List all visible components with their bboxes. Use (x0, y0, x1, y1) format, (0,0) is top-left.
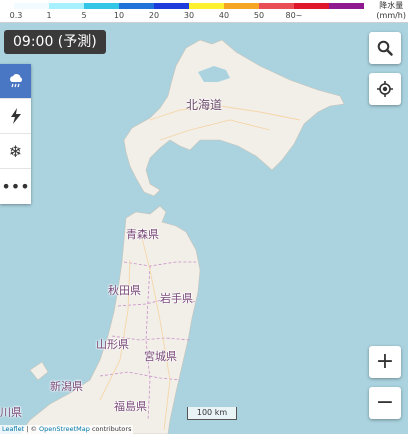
legend-tick-label: 40 (218, 11, 230, 20)
legend-tick-label: 30 (183, 11, 195, 20)
label-yamagata: 山形県 (96, 338, 129, 351)
precipitation-legend: 0.3 1 5 10 20 30 40 50 80~ 降水量 (mm/h) (0, 0, 408, 23)
legend-title-line1: 降水量 (379, 1, 404, 10)
label-akita: 秋田県 (108, 284, 141, 297)
label-iwate: 岩手県 (160, 292, 193, 305)
snow-layer-button[interactable]: ❄ (0, 134, 31, 169)
label-miyagi: 宮城県 (144, 350, 177, 363)
legend-swatch (14, 3, 49, 9)
legend-tick-label: 1 (46, 11, 52, 20)
zoom-out-button[interactable]: − (369, 387, 401, 419)
search-icon (377, 40, 393, 56)
locate-icon (377, 81, 393, 97)
label-niigata: 新潟県 (50, 380, 83, 393)
attribution-contributors: contributors (89, 425, 132, 433)
zoom-in-button[interactable]: + (369, 346, 401, 378)
legend-swatch (259, 3, 294, 9)
map-canvas[interactable] (0, 0, 408, 434)
legend-swatch (224, 3, 259, 9)
legend-swatch (154, 3, 189, 9)
legend-title: 降水量 (mm/h) (376, 1, 406, 21)
legend-swatch (119, 3, 154, 9)
more-icon: ••• (1, 177, 30, 196)
legend-swatch (329, 3, 364, 9)
label-partial-prefecture: 川県 (0, 406, 22, 419)
lightning-layer-button[interactable] (0, 99, 31, 134)
legend-title-line2: (mm/h) (376, 11, 406, 20)
legend-swatch (84, 3, 119, 9)
locate-button[interactable] (369, 73, 401, 105)
legend-tick-label: 50 (253, 11, 265, 20)
legend-tick-label: 5 (81, 11, 87, 20)
label-fukushima: 福島県 (114, 400, 147, 413)
cloud-rain-icon (9, 74, 22, 88)
label-hokkaido: 北海道 (186, 98, 223, 112)
layer-toolbar: ❄ ••• (0, 64, 31, 204)
more-button[interactable]: ••• (0, 169, 31, 204)
map-attribution: Leaflet | © OpenStreetMap contributors (0, 425, 134, 434)
attribution-separator: | © (24, 425, 40, 433)
legend-swatch (294, 3, 329, 9)
search-button[interactable] (369, 32, 401, 64)
snowflake-icon: ❄ (8, 141, 23, 161)
legend-tick-label: 20 (148, 11, 160, 20)
label-aomori: 青森県 (126, 228, 159, 241)
scale-bar: 100 km (187, 407, 237, 420)
rain-layer-button[interactable] (0, 64, 31, 99)
lightning-icon (10, 108, 21, 124)
osm-link[interactable]: OpenStreetMap (39, 425, 90, 433)
legend-tick-label: 0.3 (9, 11, 23, 20)
legend-swatch (189, 3, 224, 9)
legend-swatch (49, 3, 84, 9)
legend-tick-label: 10 (113, 11, 125, 20)
legend-color-bar (14, 3, 364, 9)
legend-tick-label: 80~ (285, 11, 303, 20)
leaflet-link[interactable]: Leaflet (2, 425, 24, 433)
forecast-time-label[interactable]: 09:00 (予測) (4, 30, 106, 54)
